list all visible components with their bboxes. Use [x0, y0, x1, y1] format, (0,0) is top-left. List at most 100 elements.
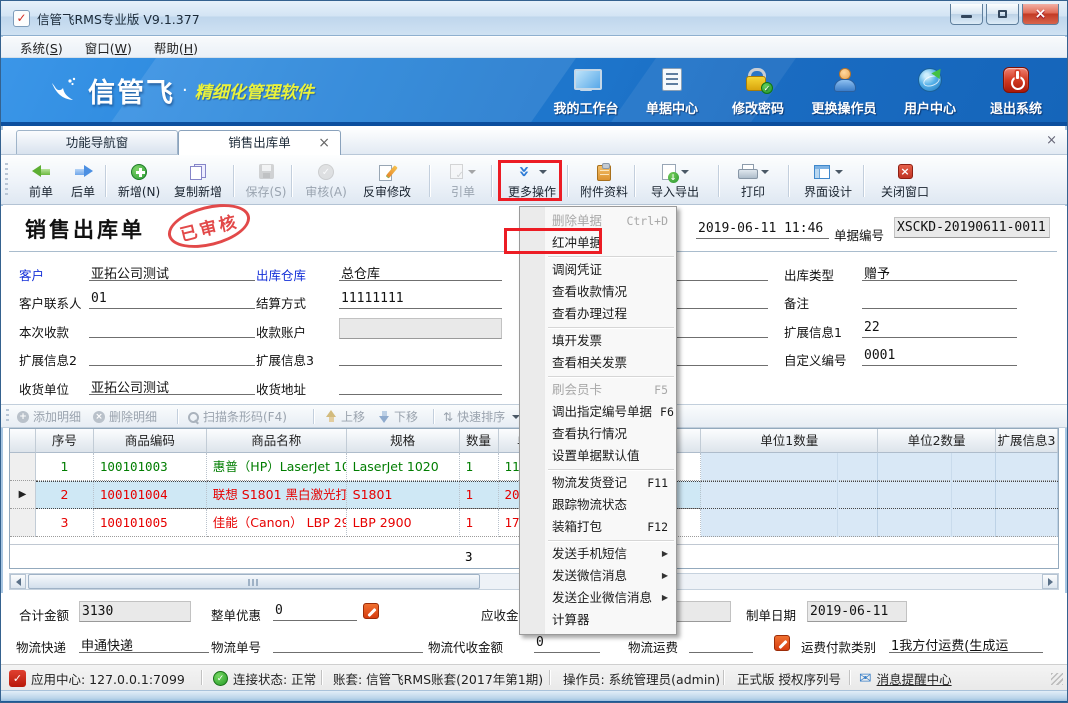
- cell-r1-c5[interactable]: 1: [460, 453, 499, 481]
- column-header-2[interactable]: 商品编码: [94, 429, 207, 453]
- column-header-1[interactable]: 序号: [36, 429, 94, 453]
- summary-field-row2-2[interactable]: 0: [534, 633, 600, 653]
- menu-item-11[interactable]: 调出指定编号单据F6: [520, 401, 676, 423]
- menu-item-5[interactable]: 查看办理过程: [520, 303, 676, 325]
- toolbar-button-print[interactable]: 打印: [728, 159, 778, 202]
- menu-item-4[interactable]: 查看收款情况: [520, 281, 676, 303]
- adjust-icon[interactable]: [774, 635, 790, 651]
- menu-item-15[interactable]: 物流发货登记F11: [520, 472, 676, 494]
- scrollbar-thumb[interactable]: [28, 574, 480, 589]
- cell-r2-c8[interactable]: [701, 481, 878, 509]
- doc-date-field[interactable]: 2019-06-11 11:46: [696, 219, 829, 239]
- field-input-fields_col2-3[interactable]: [339, 346, 502, 366]
- cell-r3-c4[interactable]: LBP 2900: [347, 509, 460, 537]
- toolbar-button-prev-doc[interactable]: 前单: [21, 159, 61, 202]
- field-input-fields_col1-3[interactable]: [89, 346, 255, 366]
- cell-r3-c3[interactable]: 佳能（Canon） LBP 2900+: [207, 509, 347, 537]
- banner-action-exit-system-power[interactable]: 退出系统: [973, 64, 1059, 117]
- menubar-item-H[interactable]: 帮助(H): [143, 36, 209, 59]
- grid-toolbar-quick-sort[interactable]: ⇅快速排序: [443, 405, 525, 428]
- banner-action-user-center-globe[interactable]: 用户中心: [887, 64, 973, 117]
- toolbar-button-copy-new[interactable]: 复制新增: [167, 159, 229, 202]
- column-header-3[interactable]: 商品名称: [207, 429, 347, 453]
- summary-field-row2-3[interactable]: [689, 633, 753, 653]
- grid-toolbar-add-detail[interactable]: +添加明细: [17, 405, 91, 428]
- cell-r3-c9[interactable]: [878, 509, 996, 537]
- grid-toolbar-move-down[interactable]: 下移: [379, 405, 425, 428]
- cell-r3-c5[interactable]: 1: [460, 509, 499, 537]
- field-input-fields_col1-2[interactable]: [89, 318, 255, 338]
- summary-field-row2-4[interactable]: 1我方付运费(生成运: [889, 633, 1043, 653]
- field-input-fields_col2-4[interactable]: [339, 375, 502, 395]
- summary-field-row2-0[interactable]: 申通快递: [79, 633, 209, 653]
- minimize-button[interactable]: [950, 4, 983, 25]
- menubar-item-W[interactable]: 窗口(W): [74, 36, 143, 59]
- column-header-4[interactable]: 规格: [347, 429, 460, 453]
- toolbar-button-audit[interactable]: ✓审核(A): [301, 159, 351, 202]
- menu-item-7[interactable]: 填开发票: [520, 330, 676, 352]
- cell-r3-c1[interactable]: 3: [36, 509, 94, 537]
- cell-r2-c5[interactable]: 1: [460, 481, 499, 509]
- cell-r2-c1[interactable]: 2: [36, 481, 94, 509]
- resize-grip[interactable]: [1051, 673, 1063, 685]
- cell-r2-c4[interactable]: S1801: [347, 481, 460, 509]
- field-input-fields_col3-0[interactable]: 赠予: [862, 261, 1017, 281]
- cell-r2-c10[interactable]: [996, 481, 1058, 509]
- cell-r1-c3[interactable]: 惠普（HP）LaserJet 1020: [207, 453, 347, 481]
- field-input-fields_col3-2[interactable]: 22: [862, 318, 1017, 338]
- cell-r1-c10[interactable]: [996, 453, 1058, 481]
- field-input-fields_col1-1[interactable]: 01: [89, 289, 255, 309]
- grid-toolbar-delete-detail[interactable]: ×删除明细: [93, 405, 167, 428]
- toolbar-button-attachment[interactable]: 附件资料: [575, 159, 633, 202]
- banner-action-switch-operator[interactable]: 更换操作员: [801, 64, 887, 117]
- field-input-fields_col1-0[interactable]: 亚拓公司测试: [89, 261, 255, 281]
- toolbar-button-unaudit-edit[interactable]: 反审修改: [355, 159, 419, 202]
- menu-item-21[interactable]: 发送企业微信消息▶: [520, 587, 676, 609]
- toolbar-button-reference-doc[interactable]: 引单: [437, 159, 489, 202]
- field-input-fields_col1-4[interactable]: 亚拓公司测试: [89, 375, 255, 395]
- field-input-fields_col3-1[interactable]: [862, 289, 1017, 309]
- field-input-fields_col2-0[interactable]: 总仓库: [339, 261, 502, 281]
- tabstrip-close-icon[interactable]: ×: [1046, 134, 1057, 147]
- column-header-5[interactable]: 数量: [460, 429, 499, 453]
- cell-r3-c2[interactable]: 100101005: [94, 509, 207, 537]
- tab-sales-outbound[interactable]: 销售出库单×: [178, 130, 341, 155]
- close-button[interactable]: ×: [1022, 4, 1059, 25]
- menu-item-22[interactable]: 计算器: [520, 609, 676, 631]
- cell-r2-c9[interactable]: [878, 481, 996, 509]
- menu-item-19[interactable]: 发送手机短信▶: [520, 543, 676, 565]
- grid-toolbar-barcode-scan[interactable]: 扫描条形码(F4): [187, 405, 305, 428]
- tab-nav-window[interactable]: 功能导航窗: [16, 130, 178, 154]
- row-indicator-cell[interactable]: [10, 453, 36, 481]
- menu-item-10[interactable]: 刷会员卡F5: [520, 379, 676, 401]
- scroll-right-arrow-icon[interactable]: [1042, 574, 1058, 589]
- menu-item-3[interactable]: 调阅凭证: [520, 259, 676, 281]
- menubar-item-S[interactable]: 系统(S): [9, 36, 74, 59]
- summary-field-row2-1[interactable]: [273, 633, 423, 653]
- cell-r1-c9[interactable]: [878, 453, 996, 481]
- restore-button[interactable]: [986, 4, 1019, 25]
- menu-item-13[interactable]: 设置单据默认值: [520, 445, 676, 467]
- toolbar-button-close-window[interactable]: ×关闭窗口: [873, 159, 937, 202]
- toolbar-button-ui-design[interactable]: 界面设计: [796, 159, 860, 202]
- status-segment-5[interactable]: ✉消息提醒中心: [859, 669, 952, 688]
- field-input-fields_col3-3[interactable]: 0001: [862, 346, 1017, 366]
- banner-action-document-center[interactable]: 单据中心: [629, 64, 715, 117]
- row-indicator-cell[interactable]: [10, 509, 36, 537]
- cell-r1-c4[interactable]: LaserJet 1020: [347, 453, 460, 481]
- toolbar-button-next-doc[interactable]: 后单: [63, 159, 103, 202]
- menu-item-12[interactable]: 查看执行情况: [520, 423, 676, 445]
- field-input-fields_col2-1[interactable]: 11111111: [339, 289, 502, 309]
- toolbar-button-save[interactable]: 保存(S): [241, 159, 291, 202]
- cell-r3-c10[interactable]: [996, 509, 1058, 537]
- cell-r1-c1[interactable]: 1: [36, 453, 94, 481]
- cell-r3-c8[interactable]: [701, 509, 878, 537]
- toolbar-button-add-new[interactable]: 新增(N): [113, 159, 165, 202]
- adjust-icon[interactable]: [363, 603, 379, 619]
- menu-item-17[interactable]: 装箱打包F12: [520, 516, 676, 538]
- column-header-8[interactable]: 单位1数量: [701, 429, 878, 453]
- menu-item-16[interactable]: 跟踪物流状态: [520, 494, 676, 516]
- cell-r1-c2[interactable]: 100101003: [94, 453, 207, 481]
- cell-r1-c8[interactable]: [701, 453, 878, 481]
- cell-r2-c3[interactable]: 联想 S1801 黑白激光打印机: [207, 481, 347, 509]
